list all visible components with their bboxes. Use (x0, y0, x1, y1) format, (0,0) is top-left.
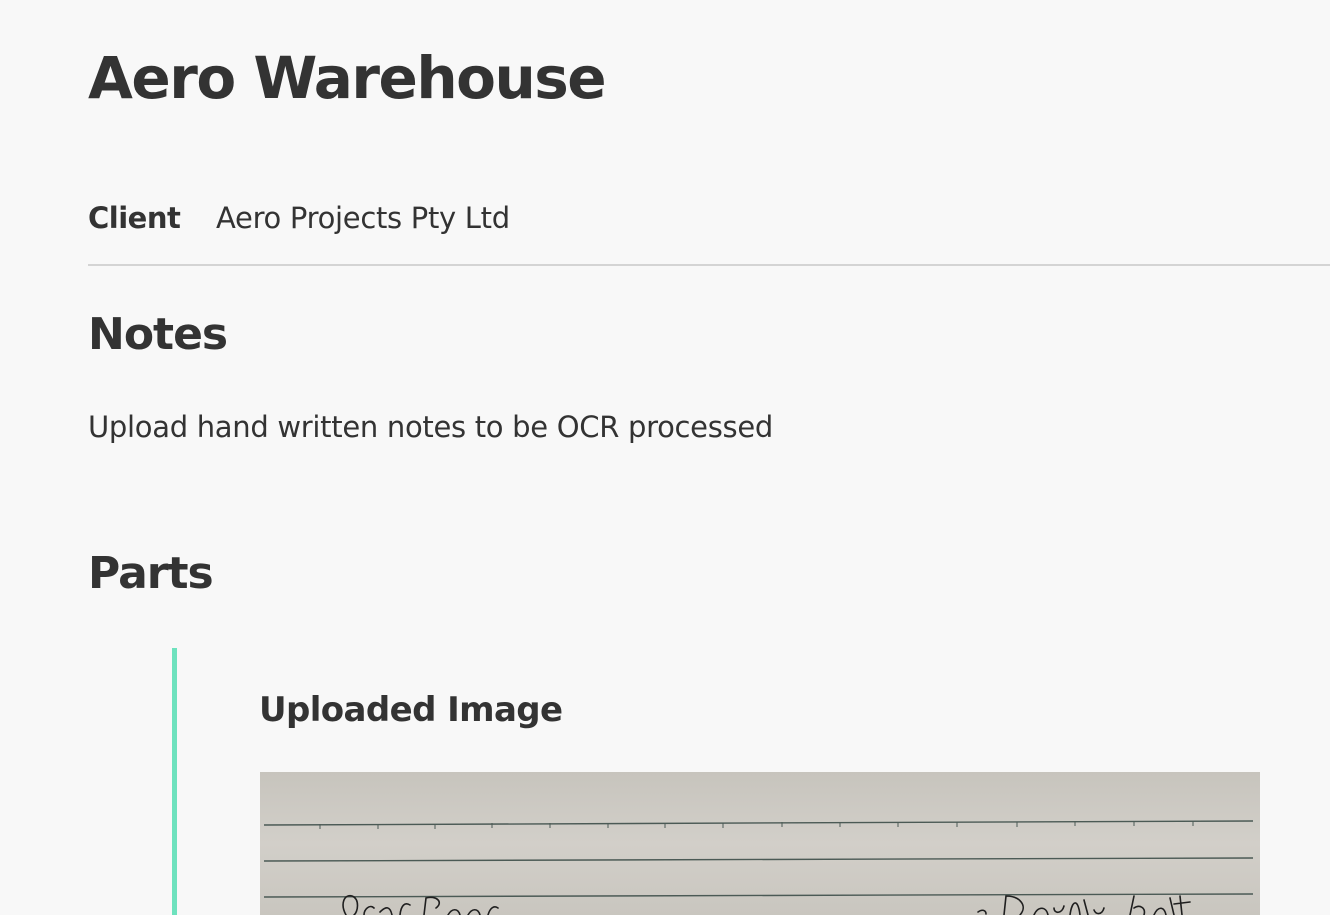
notes-description: Upload hand written notes to be OCR proc… (88, 410, 773, 444)
parts-heading: Parts (88, 548, 214, 599)
client-label: Client (88, 201, 181, 235)
page-title: Aero Warehouse (88, 44, 607, 112)
handwritten-notes-photo (263, 820, 1254, 915)
uploaded-image-heading: Uploaded Image (259, 690, 563, 730)
ruled-line (263, 857, 1254, 862)
handwriting-scribble (342, 894, 1191, 915)
divider (88, 264, 1330, 266)
client-value: Aero Projects Pty Ltd (216, 201, 510, 235)
ruled-line (263, 820, 1254, 826)
part-item: Uploaded Image (172, 648, 1330, 915)
notes-heading: Notes (88, 309, 228, 360)
client-row: Client Aero Projects Pty Ltd (88, 196, 510, 240)
ruled-line (263, 893, 1254, 898)
uploaded-image[interactable] (260, 772, 1260, 915)
page: Aero Warehouse Client Aero Projects Pty … (0, 0, 1330, 915)
